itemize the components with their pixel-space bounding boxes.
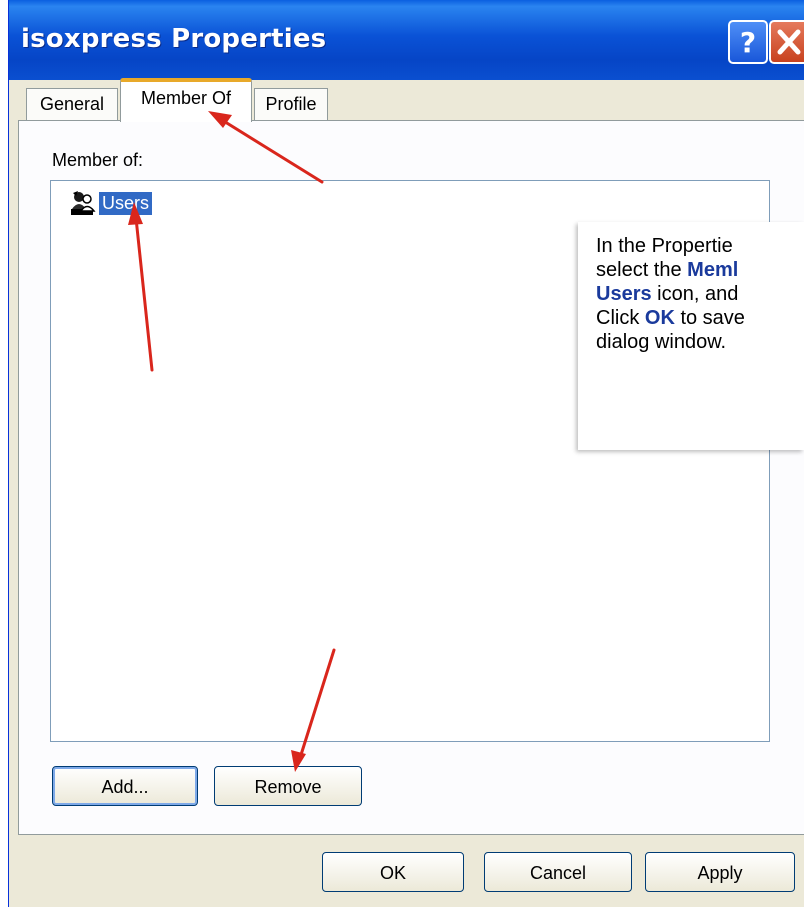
title-bar[interactable]: isoxpress Properties ? <box>9 0 804 80</box>
remove-button[interactable]: Remove <box>214 766 362 806</box>
callout-line-3-text: icon, and <box>651 283 739 305</box>
tab-general[interactable]: General <box>26 88 118 120</box>
member-of-label: Member of: <box>52 150 144 170</box>
callout-line-5: dialog window. <box>596 331 727 353</box>
close-button[interactable] <box>769 20 804 64</box>
callout-highlight-ok: OK <box>644 307 675 329</box>
question-mark-icon: ? <box>740 26 756 59</box>
callout-line-3: Users icon, and <box>596 282 804 306</box>
ok-button[interactable]: OK <box>322 852 464 892</box>
callout-highlight-users: Users <box>596 283 652 305</box>
callout-highlight-member: Meml <box>687 259 739 281</box>
instruction-callout: In the Propertie select the Meml Users i… <box>578 222 804 450</box>
list-item-label: Users <box>99 191 153 215</box>
callout-line-4-text: Click <box>596 307 645 329</box>
tab-profile[interactable]: Profile <box>254 88 328 120</box>
tab-member-of[interactable]: Member Of <box>120 78 252 122</box>
callout-line-2: select the Meml <box>596 258 804 282</box>
callout-line-4: Click OK to save <box>596 306 804 330</box>
help-button[interactable]: ? <box>728 20 768 64</box>
callout-line-2-text: select the <box>596 259 688 281</box>
close-x-icon <box>777 29 801 55</box>
callout-line-1: In the Propertie <box>596 235 733 257</box>
callout-text: In the Propertie select the Meml Users i… <box>596 234 804 354</box>
list-item[interactable]: Users <box>69 189 153 217</box>
svg-text:?: ? <box>740 26 756 59</box>
group-users-icon <box>71 191 96 215</box>
cancel-button[interactable]: Cancel <box>484 852 632 892</box>
apply-button[interactable]: Apply <box>645 852 795 892</box>
add-button[interactable]: Add... <box>52 766 198 806</box>
callout-line-4-suffix: to save <box>674 307 745 329</box>
window-title: isoxpress Properties <box>21 24 327 54</box>
